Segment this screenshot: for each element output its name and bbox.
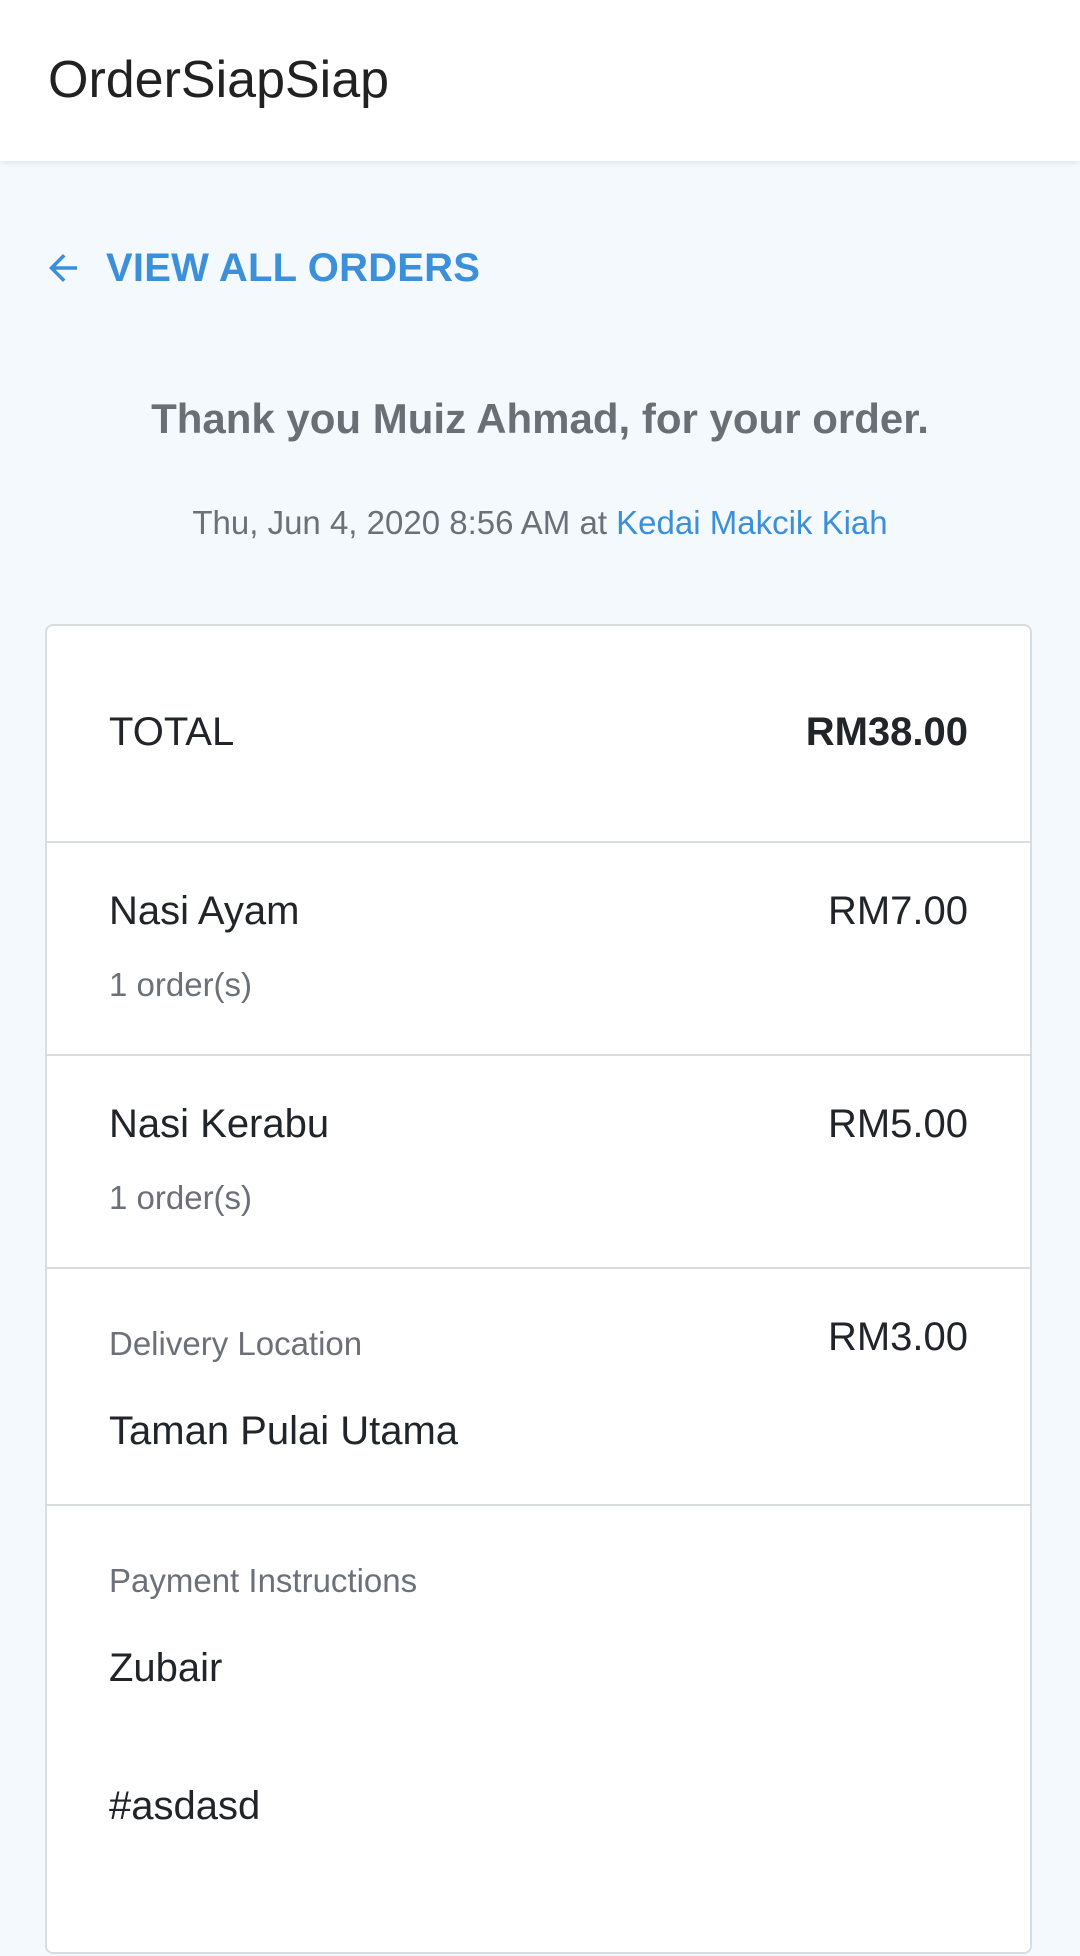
delivery-location-value: Taman Pulai Utama: [109, 1409, 459, 1453]
item-name: Nasi Kerabu: [109, 1102, 330, 1146]
total-amount: RM38.00: [805, 710, 968, 754]
delivery-fee: RM3.00: [827, 1315, 968, 1359]
payment-instruction-line: Zubair: [109, 1646, 223, 1690]
total-row: TOTAL RM38.00: [47, 626, 1030, 843]
order-summary-card: TOTAL RM38.00 Nasi Ayam RM7.00 1 order(s…: [45, 624, 1032, 1954]
customer-name: Muiz Ahmad: [372, 395, 619, 442]
app-title: OrderSiapSiap: [48, 51, 390, 109]
order-item-row: Nasi Kerabu RM5.00 1 order(s): [47, 1056, 1030, 1269]
view-all-orders-label: VIEW ALL ORDERS: [106, 245, 481, 290]
thank-you-message: Thank you Muiz Ahmad, for your order.: [0, 395, 1080, 443]
at-word: at: [570, 504, 617, 541]
order-item-row: Nasi Ayam RM7.00 1 order(s): [47, 843, 1030, 1056]
arrow-left-icon: [40, 245, 86, 291]
order-meta: Thu, Jun 4, 2020 8:56 AM at Kedai Makcik…: [0, 504, 1080, 542]
total-label: TOTAL: [109, 710, 235, 754]
item-name: Nasi Ayam: [109, 889, 300, 933]
delivery-location-label: Delivery Location: [109, 1325, 363, 1362]
thanks-suffix: , for your order.: [618, 395, 929, 442]
item-price: RM7.00: [827, 889, 968, 933]
item-price: RM5.00: [827, 1102, 968, 1146]
item-quantity: 1 order(s): [109, 966, 253, 1003]
payment-instructions-label: Payment Instructions: [109, 1562, 418, 1599]
delivery-row: Delivery Location RM3.00 Taman Pulai Uta…: [47, 1269, 1030, 1506]
payment-instructions-row: Payment Instructions Zubair #asdasd: [47, 1506, 1030, 1956]
shop-link[interactable]: Kedai Makcik Kiah: [616, 504, 887, 541]
payment-instruction-line: #asdasd: [109, 1784, 261, 1828]
view-all-orders-link[interactable]: VIEW ALL ORDERS: [40, 238, 480, 298]
app-bar: OrderSiapSiap: [0, 0, 1080, 161]
order-datetime: Thu, Jun 4, 2020 8:56 AM: [192, 504, 571, 541]
item-quantity: 1 order(s): [109, 1179, 253, 1216]
thanks-prefix: Thank you: [151, 395, 373, 442]
